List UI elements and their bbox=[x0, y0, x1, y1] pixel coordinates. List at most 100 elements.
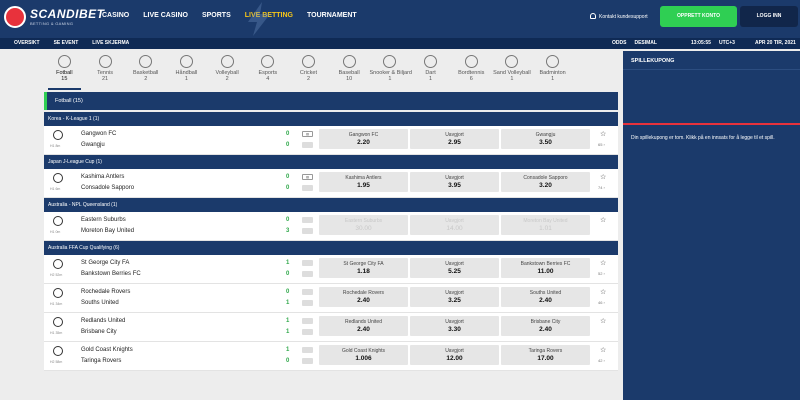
nav-tournament[interactable]: TOURNAMENT bbox=[307, 12, 357, 19]
odds-value: 2.40 bbox=[539, 297, 552, 304]
away-team[interactable]: Bankstown Berries FC bbox=[81, 271, 141, 277]
home-score: 1 bbox=[286, 318, 290, 324]
odds-format-select[interactable]: DESIMAL bbox=[634, 40, 657, 46]
away-team[interactable]: Brisbane City bbox=[81, 329, 117, 335]
match-row[interactable]: H2 58m Gold Coast Knights Taringa Rovers 1 0… bbox=[44, 342, 618, 371]
home-team[interactable]: Rochedale Rovers bbox=[81, 289, 130, 295]
odds-draw-button[interactable]: Uavgjort 3.25 bbox=[410, 287, 499, 307]
favorite-star-icon[interactable]: ☆ bbox=[600, 346, 606, 354]
home-team[interactable]: St George City FA bbox=[81, 260, 129, 266]
away-score: 0 bbox=[286, 185, 290, 191]
sport-tab-snooker[interactable]: Snooker & Biljard 1 bbox=[370, 51, 412, 89]
more-markets-link[interactable]: 46 › bbox=[598, 300, 605, 305]
favorite-star-icon[interactable]: ☆ bbox=[600, 216, 606, 224]
odds-draw-button[interactable]: Uavgjort 3.95 bbox=[410, 172, 499, 192]
favorite-star-icon[interactable]: ☆ bbox=[600, 317, 606, 325]
sport-tab-baseball[interactable]: Baseball 10 bbox=[329, 51, 370, 89]
favorite-star-icon[interactable]: ☆ bbox=[600, 130, 606, 138]
odds-away-button[interactable]: Souths United 2.40 bbox=[501, 287, 590, 307]
odds-away-button[interactable]: Gwangju 3.50 bbox=[501, 129, 590, 149]
away-score: 1 bbox=[286, 329, 290, 335]
match-row[interactable]: H2 52m St George City FA Bankstown Berries… bbox=[44, 255, 618, 284]
sport-count: 4 bbox=[266, 76, 270, 82]
subnav-see-event[interactable]: SE EVENT bbox=[54, 40, 79, 46]
home-team[interactable]: Eastern Suburbs bbox=[81, 217, 126, 223]
sport-tab-basketball[interactable]: Basketball 2 bbox=[125, 51, 166, 89]
league-header[interactable]: Japan J-League Cup (1) bbox=[44, 155, 618, 169]
odds-away-button[interactable]: Brisbane City 2.40 bbox=[501, 316, 590, 336]
odds-outcome-label: Souths United bbox=[529, 290, 562, 296]
away-score: 0 bbox=[286, 271, 290, 277]
nav-live-casino[interactable]: LIVE CASINO bbox=[143, 12, 188, 19]
sport-tab-beach-volleyball[interactable]: Sand Volleyball 1 bbox=[492, 51, 533, 89]
league-header[interactable]: Australia - NPL Queensland (1) bbox=[44, 198, 618, 212]
more-markets-link[interactable]: 74 › bbox=[598, 185, 605, 190]
subnav-overview[interactable]: OVERSIKT bbox=[14, 40, 40, 46]
odds-away-button[interactable]: Taringa Rovers 17.00 bbox=[501, 345, 590, 365]
stats-icon[interactable]: ▥ bbox=[302, 131, 313, 137]
home-team[interactable]: Redlands United bbox=[81, 318, 125, 324]
more-markets-link[interactable]: 42 › bbox=[598, 358, 605, 363]
favorite-star-icon[interactable]: ☆ bbox=[600, 173, 606, 181]
more-markets-link[interactable]: 65 › bbox=[598, 142, 605, 147]
sport-tab-cricket[interactable]: Cricket 2 bbox=[288, 51, 329, 89]
league-header[interactable]: Australia FFA Cup Qualifying (6) bbox=[44, 241, 618, 255]
home-team[interactable]: Kashima Antlers bbox=[81, 174, 124, 180]
match-time: H1 6m bbox=[50, 187, 61, 191]
subnav-live-screen[interactable]: LIVE SKJERMA bbox=[92, 40, 129, 46]
away-team[interactable]: Taringa Rovers bbox=[81, 358, 121, 364]
sport-tab-football[interactable]: Fotball 15 bbox=[44, 51, 85, 90]
home-team[interactable]: Gold Coast Knights bbox=[81, 347, 133, 353]
sport-tab-handball[interactable]: Håndball 1 bbox=[166, 51, 207, 89]
logo-tagline: BETTING & GAMING bbox=[30, 21, 74, 26]
nav-sports[interactable]: SPORTS bbox=[202, 12, 231, 19]
odds-home-button[interactable]: St George City FA 1.18 bbox=[319, 258, 408, 278]
odds-value: 2.95 bbox=[448, 139, 461, 146]
open-account-button[interactable]: OPPRETT KONTO bbox=[660, 6, 737, 27]
odds-draw-button[interactable]: Uavgjort 12.00 bbox=[410, 345, 499, 365]
away-team[interactable]: Souths United bbox=[81, 300, 119, 306]
odds-home-button[interactable]: Kashima Antlers 1.95 bbox=[319, 172, 408, 192]
match-row[interactable]: H1 6m Kashima Antlers Consadole Sapporo 0 0 ▥… bbox=[44, 169, 618, 198]
home-team[interactable]: Gangwon FC bbox=[81, 131, 116, 137]
odds-outcome-label: Uavgjort bbox=[445, 175, 464, 181]
stats-icon[interactable]: ▥ bbox=[302, 174, 313, 180]
away-team[interactable]: Gwangju bbox=[81, 142, 105, 148]
scandibet-logo[interactable]: SCANDIBET BETTING & GAMING bbox=[4, 4, 104, 30]
section-count: (15) bbox=[73, 98, 83, 104]
odds-home-button[interactable]: Rochedale Rovers 2.40 bbox=[319, 287, 408, 307]
more-markets-link[interactable]: 52 › bbox=[598, 271, 605, 276]
away-team[interactable]: Moreton Bay United bbox=[81, 228, 134, 234]
odds-home-button[interactable]: Redlands United 2.40 bbox=[319, 316, 408, 336]
odds-away-button[interactable]: Bankstown Berries FC 11.00 bbox=[501, 258, 590, 278]
favorite-star-icon[interactable]: ☆ bbox=[600, 288, 606, 296]
support-link[interactable]: Kontakt kundesupport bbox=[590, 13, 648, 20]
odds-away-button[interactable]: Consadole Sapporo 3.20 bbox=[501, 172, 590, 192]
sport-tab-table-tennis[interactable]: Bordtennis 6 bbox=[451, 51, 492, 89]
match-row[interactable]: H1 8m Gangwon FC Gwangju 0 0 ▥ Gangwon FC 2.20 U… bbox=[44, 126, 618, 155]
league-header[interactable]: Korea - K-League 1 (1) bbox=[44, 112, 618, 126]
away-score: 3 bbox=[286, 228, 290, 234]
favorite-star-icon[interactable]: ☆ bbox=[600, 259, 606, 267]
sport-count: 6 bbox=[469, 76, 473, 82]
sport-tab-gamepad[interactable]: Esports 4 bbox=[247, 51, 288, 89]
away-team[interactable]: Consadole Sapporo bbox=[81, 185, 134, 191]
login-button[interactable]: LOGG INN bbox=[740, 6, 798, 27]
odds-draw-button[interactable]: Uavgjort 3.30 bbox=[410, 316, 499, 336]
odds-outcome-label: Uavgjort bbox=[445, 348, 464, 354]
odds-draw-button[interactable]: Uavgjort 2.95 bbox=[410, 129, 499, 149]
nav-casino[interactable]: CASINO bbox=[102, 12, 129, 19]
sport-tab-dart[interactable]: Dart 1 bbox=[410, 51, 451, 89]
section-header-football[interactable]: Fotball (15) bbox=[44, 92, 618, 110]
match-row[interactable]: H1 0m Eastern Suburbs Moreton Bay United 0 3… bbox=[44, 212, 618, 241]
odds-home-button[interactable]: Gold Coast Knights 1.006 bbox=[319, 345, 408, 365]
sport-tab-volleyball[interactable]: Volleyball 2 bbox=[207, 51, 248, 89]
sport-tab-tennis[interactable]: Tennis 21 bbox=[85, 51, 126, 89]
odds-home-button[interactable]: Gangwon FC 2.20 bbox=[319, 129, 408, 149]
card-indicator-away bbox=[302, 185, 313, 191]
section-title: Fotball bbox=[55, 98, 72, 104]
sport-tab-badminton[interactable]: Badminton 1 bbox=[532, 51, 573, 89]
odds-draw-button[interactable]: Uavgjort 5.25 bbox=[410, 258, 499, 278]
match-row[interactable]: H1 34m Rochedale Rovers Souths United 0 1 Roc… bbox=[44, 284, 618, 313]
match-row[interactable]: H1 35m Redlands United Brisbane City 1 1 Redl… bbox=[44, 313, 618, 342]
